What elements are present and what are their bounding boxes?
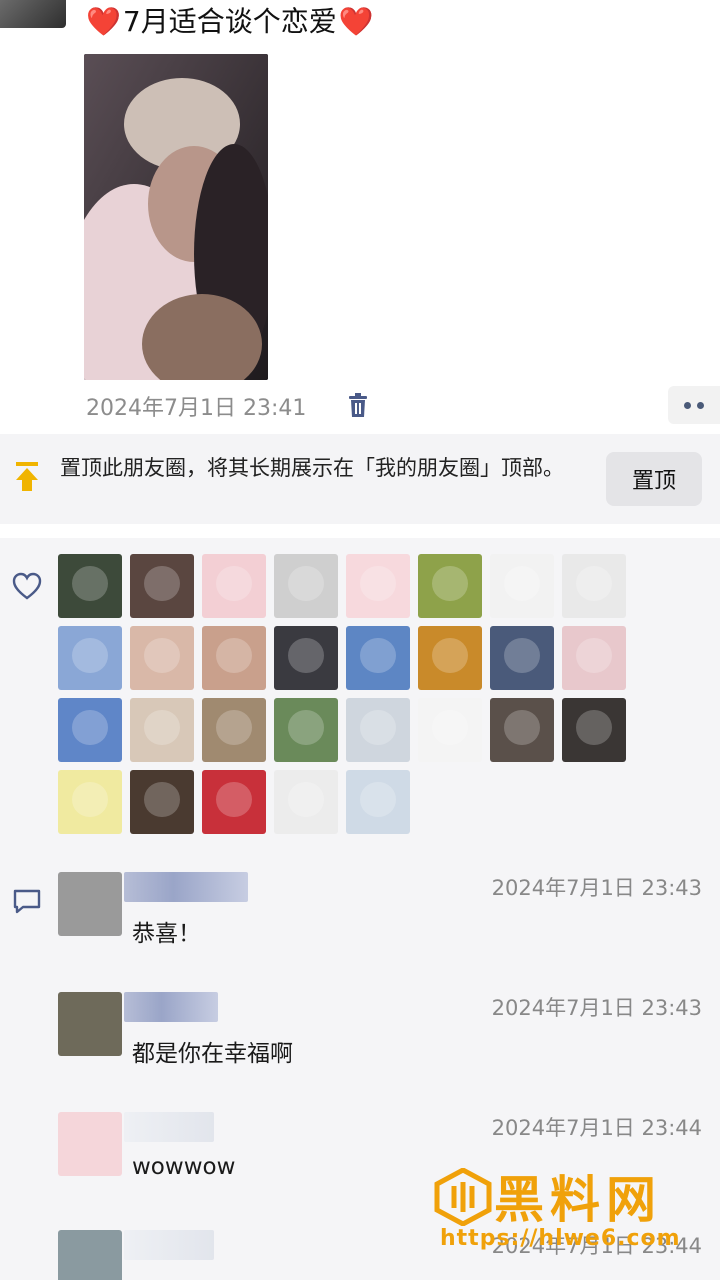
liker-avatar[interactable] — [202, 626, 266, 690]
liker-avatar[interactable] — [418, 626, 482, 690]
comment-text: wowwow — [132, 1154, 236, 1180]
post-timestamp: 2024年7月1日 23:41 — [86, 396, 307, 421]
commenter-avatar[interactable] — [58, 1230, 122, 1280]
heart-emoji-left: ❤️ — [86, 5, 121, 38]
watermark-logo-icon — [434, 1168, 492, 1226]
liker-avatar[interactable] — [274, 554, 338, 618]
liker-avatar[interactable] — [130, 770, 194, 834]
comment-bubble-icon — [13, 889, 41, 914]
liker-avatar[interactable] — [490, 554, 554, 618]
watermark-url: https://hlwe6.com — [440, 1226, 681, 1251]
more-dots-icon — [684, 401, 691, 409]
commenter-name[interactable] — [124, 1230, 214, 1260]
liker-avatar[interactable] — [346, 770, 410, 834]
liker-avatar[interactable] — [274, 770, 338, 834]
pin-description: 置顶此朋友圈，将其长期展示在「我的朋友圈」顶部。 — [60, 456, 564, 480]
comment-time: 2024年7月1日 23:44 — [491, 1116, 702, 1140]
post-photo[interactable] — [84, 54, 268, 380]
liker-avatar[interactable] — [202, 554, 266, 618]
commenter-name[interactable] — [124, 992, 218, 1022]
commenter-avatar[interactable] — [58, 872, 122, 936]
heart-outline-icon — [12, 572, 42, 600]
commenter-avatar[interactable] — [58, 992, 122, 1056]
commenter-avatar[interactable] — [58, 1112, 122, 1176]
liker-avatar[interactable] — [418, 698, 482, 762]
liker-avatar[interactable] — [490, 698, 554, 762]
liker-avatar[interactable] — [562, 554, 626, 618]
liker-avatar[interactable] — [202, 698, 266, 762]
comment-time: 2024年7月1日 23:43 — [491, 996, 702, 1020]
liker-avatar[interactable] — [562, 626, 626, 690]
watermark-title: 黑料网 — [494, 1171, 662, 1229]
comment-item[interactable]: 2024年7月1日 23:43 恭喜！ — [58, 872, 718, 972]
liker-avatar[interactable] — [58, 626, 122, 690]
liker-avatar[interactable] — [490, 626, 554, 690]
pin-top-icon — [16, 462, 38, 491]
liker-avatar[interactable] — [346, 554, 410, 618]
more-options-button[interactable] — [668, 386, 720, 424]
liker-avatar[interactable] — [274, 626, 338, 690]
more-dots-icon — [697, 401, 704, 409]
heart-emoji-right: ❤️ — [338, 5, 374, 38]
liker-avatar[interactable] — [418, 554, 482, 618]
trash-icon[interactable] — [346, 392, 370, 418]
liker-avatar[interactable] — [562, 698, 626, 762]
liker-avatar[interactable] — [130, 554, 194, 618]
liker-avatar[interactable] — [346, 626, 410, 690]
site-watermark: 黑料网 https://hlwe6.com — [428, 1160, 720, 1260]
liker-avatar[interactable] — [130, 626, 194, 690]
comment-item[interactable]: 2024年7月1日 23:43 都是你在幸福啊 — [58, 992, 718, 1092]
commenter-name[interactable] — [124, 872, 248, 902]
comment-time: 2024年7月1日 23:43 — [491, 876, 702, 900]
comment-text: 都是你在幸福啊 — [132, 1041, 293, 1067]
post-caption: ❤️ 7月适合谈个恋爱 ❤️ — [86, 4, 374, 40]
post-caption-text: 7月适合谈个恋爱 — [122, 5, 337, 38]
post-photo-image — [84, 54, 268, 380]
liker-avatar[interactable] — [346, 698, 410, 762]
liker-avatar[interactable] — [58, 554, 122, 618]
pin-to-top-button[interactable]: 置顶 — [606, 452, 702, 506]
liker-avatar[interactable] — [130, 698, 194, 762]
liker-avatar[interactable] — [202, 770, 266, 834]
commenter-name[interactable] — [124, 1112, 214, 1142]
pin-to-top-banner: 置顶此朋友圈，将其长期展示在「我的朋友圈」顶部。 置顶 — [0, 434, 720, 524]
liker-avatar[interactable] — [58, 698, 122, 762]
likers-grid — [58, 554, 638, 834]
liker-avatar[interactable] — [58, 770, 122, 834]
liker-avatar[interactable] — [274, 698, 338, 762]
previous-post-avatar[interactable] — [0, 0, 66, 28]
comment-text: 恭喜！ — [132, 921, 201, 947]
